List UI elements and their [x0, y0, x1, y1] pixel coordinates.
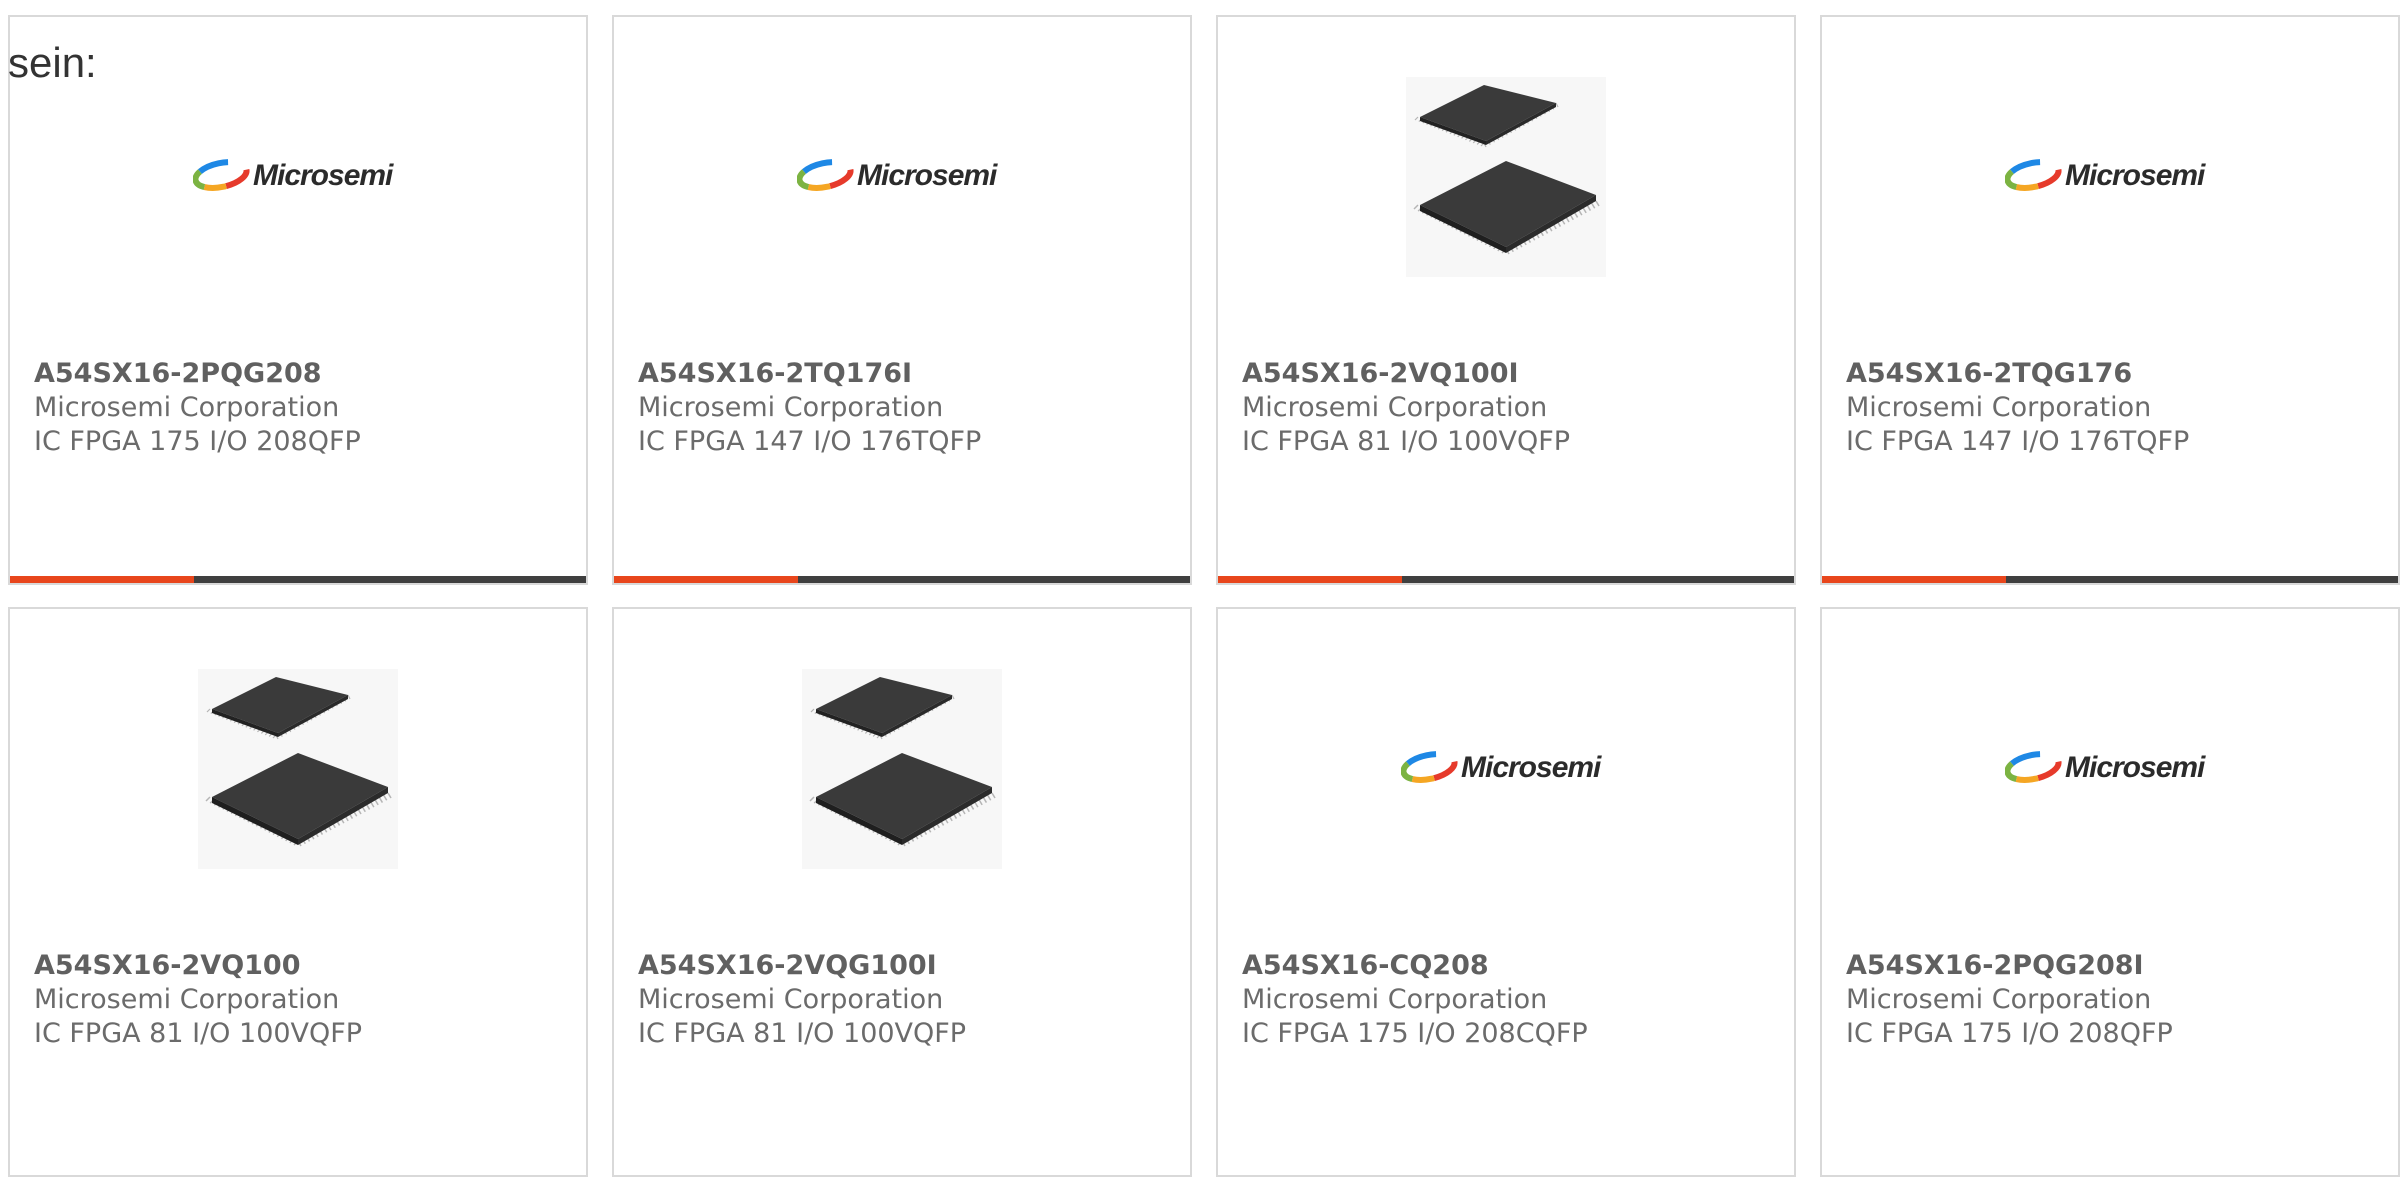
- product-image: Microsemi: [1822, 669, 2398, 869]
- progress-bar: [10, 576, 586, 583]
- manufacturer: Microsemi Corporation: [1242, 392, 1548, 423]
- progress-bar: [614, 576, 1190, 583]
- description: IC FPGA 81 I/O 100VQFP: [1242, 426, 1571, 457]
- progress-fill: [1218, 576, 1403, 583]
- part-number[interactable]: A54SX16-2VQG100I: [638, 949, 1180, 983]
- microsemi-logo-icon: Microsemi: [193, 159, 395, 192]
- manufacturer: Microsemi Corporation: [638, 392, 944, 423]
- product-image: [1218, 77, 1794, 277]
- description: IC FPGA 175 I/O 208CQFP: [1242, 1018, 1588, 1049]
- microsemi-logo-icon: Microsemi: [797, 159, 999, 192]
- chip-package-icon: [802, 669, 1002, 869]
- product-image: Microsemi: [614, 77, 1190, 277]
- chip-package-icon: [1406, 77, 1606, 277]
- logo-wordmark: Microsemi: [857, 159, 998, 192]
- product-card[interactable]: Microsemi A54SX16-2TQG176 Microsemi Corp…: [1820, 15, 2400, 585]
- progress-fill: [1822, 576, 2007, 583]
- product-grid: Microsemi A54SX16-2PQG208 Microsemi Corp…: [8, 15, 2400, 1177]
- description: IC FPGA 81 I/O 100VQFP: [638, 1018, 967, 1049]
- product-card[interactable]: A54SX16-2VQ100I Microsemi Corporation IC…: [1216, 15, 1796, 585]
- product-card[interactable]: Microsemi A54SX16-2PQG208 Microsemi Corp…: [8, 15, 588, 585]
- product-info: A54SX16-2TQ176I Microsemi Corporation IC…: [638, 357, 1180, 459]
- product-info: A54SX16-2PQG208I Microsemi Corporation I…: [1846, 949, 2388, 1051]
- chip-package-icon: [198, 669, 398, 869]
- description: IC FPGA 147 I/O 176TQFP: [1846, 426, 2190, 457]
- logo-wordmark: Microsemi: [2065, 159, 2206, 192]
- product-image: [10, 669, 586, 869]
- product-card[interactable]: A54SX16-2VQG100I Microsemi Corporation I…: [612, 607, 1192, 1177]
- manufacturer: Microsemi Corporation: [34, 984, 340, 1015]
- product-image: [614, 669, 1190, 869]
- manufacturer: Microsemi Corporation: [34, 392, 340, 423]
- description: IC FPGA 81 I/O 100VQFP: [34, 1018, 363, 1049]
- progress-bar: [1822, 576, 2398, 583]
- product-image: Microsemi: [1822, 77, 2398, 277]
- microsemi-logo-icon: Microsemi: [1401, 751, 1603, 784]
- description: IC FPGA 175 I/O 208QFP: [1846, 1018, 2173, 1049]
- logo-wordmark: Microsemi: [2065, 751, 2206, 784]
- manufacturer: Microsemi Corporation: [1846, 392, 2152, 423]
- product-info: A54SX16-2VQG100I Microsemi Corporation I…: [638, 949, 1180, 1051]
- product-info: A54SX16-2VQ100 Microsemi Corporation IC …: [34, 949, 576, 1051]
- logo-wordmark: Microsemi: [1461, 751, 1602, 784]
- part-number[interactable]: A54SX16-2PQG208I: [1846, 949, 2388, 983]
- product-image: Microsemi: [1218, 669, 1794, 869]
- page-heading: sein:: [8, 39, 97, 86]
- progress-fill: [614, 576, 799, 583]
- product-info: A54SX16-2PQG208 Microsemi Corporation IC…: [34, 357, 576, 459]
- manufacturer: Microsemi Corporation: [1846, 984, 2152, 1015]
- product-card[interactable]: A54SX16-2VQ100 Microsemi Corporation IC …: [8, 607, 588, 1177]
- manufacturer: Microsemi Corporation: [1242, 984, 1548, 1015]
- product-card[interactable]: Microsemi A54SX16-2TQ176I Microsemi Corp…: [612, 15, 1192, 585]
- progress-bar: [1218, 576, 1794, 583]
- product-info: A54SX16-2TQG176 Microsemi Corporation IC…: [1846, 357, 2388, 459]
- product-card[interactable]: Microsemi A54SX16-CQ208 Microsemi Corpor…: [1216, 607, 1796, 1177]
- part-number[interactable]: A54SX16-2VQ100: [34, 949, 576, 983]
- description: IC FPGA 147 I/O 176TQFP: [638, 426, 982, 457]
- logo-wordmark: Microsemi: [253, 159, 394, 192]
- description: IC FPGA 175 I/O 208QFP: [34, 426, 361, 457]
- part-number[interactable]: A54SX16-2TQG176: [1846, 357, 2388, 391]
- part-number[interactable]: A54SX16-2PQG208: [34, 357, 576, 391]
- product-card[interactable]: Microsemi A54SX16-2PQG208I Microsemi Cor…: [1820, 607, 2400, 1177]
- product-info: A54SX16-CQ208 Microsemi Corporation IC F…: [1242, 949, 1784, 1051]
- product-image: Microsemi: [10, 77, 586, 277]
- part-number[interactable]: A54SX16-2TQ176I: [638, 357, 1180, 391]
- microsemi-logo-icon: Microsemi: [2005, 159, 2207, 192]
- manufacturer: Microsemi Corporation: [638, 984, 944, 1015]
- product-info: A54SX16-2VQ100I Microsemi Corporation IC…: [1242, 357, 1784, 459]
- part-number[interactable]: A54SX16-CQ208: [1242, 949, 1784, 983]
- progress-fill: [10, 576, 195, 583]
- part-number[interactable]: A54SX16-2VQ100I: [1242, 357, 1784, 391]
- microsemi-logo-icon: Microsemi: [2005, 751, 2207, 784]
